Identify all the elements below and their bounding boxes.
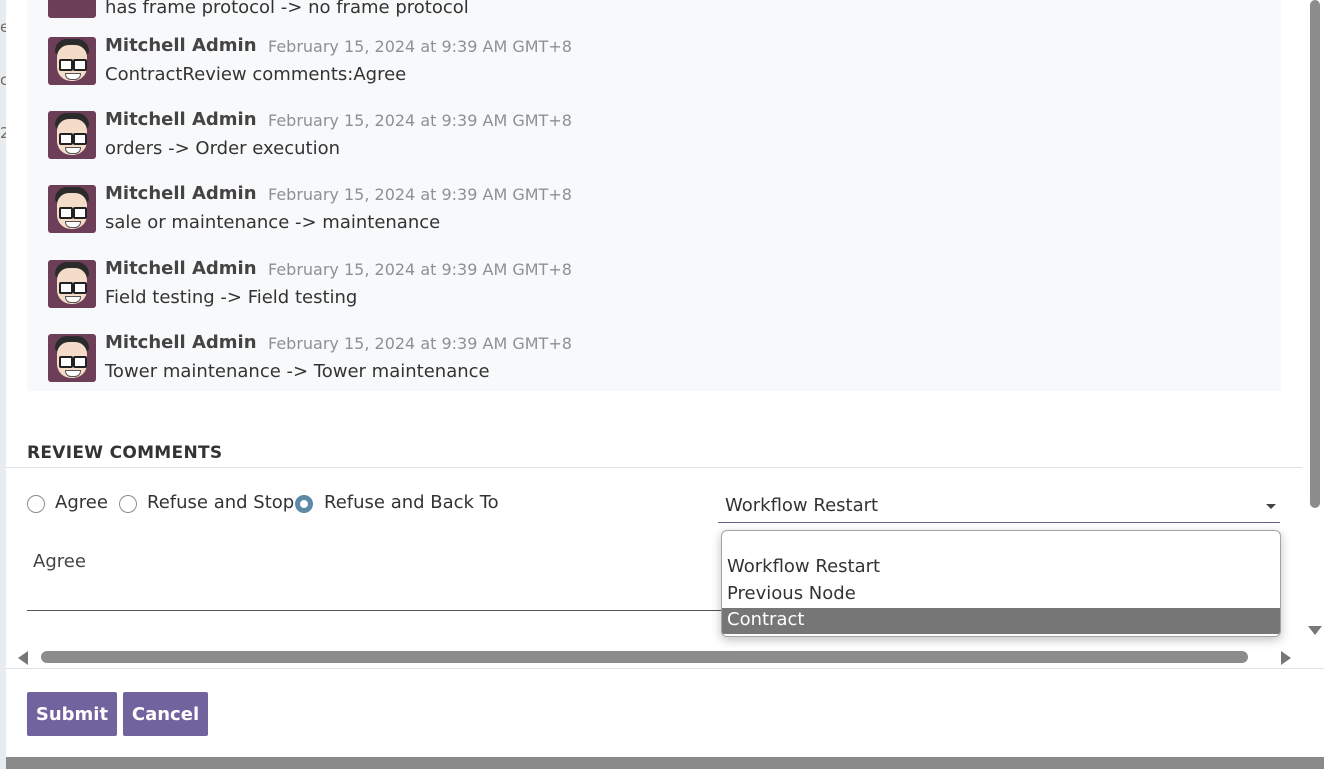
horizontal-scrollbar[interactable]	[6, 645, 1302, 667]
avatar	[48, 0, 96, 18]
message-author[interactable]: Mitchell Admin	[105, 183, 257, 204]
message-author[interactable]: Mitchell Admin	[105, 109, 257, 130]
message-author[interactable]: Mitchell Admin	[105, 332, 257, 353]
dropdown-option-previous-node[interactable]: Previous Node	[722, 582, 1280, 608]
submit-button[interactable]: Submit	[27, 692, 117, 736]
scroll-down-arrow-icon[interactable]	[1308, 626, 1322, 635]
footer-divider	[6, 668, 1324, 669]
message-date: February 15, 2024 at 9:39 AM GMT+8	[268, 260, 572, 279]
section-divider	[6, 467, 1302, 468]
avatar	[48, 111, 96, 159]
message-body: has frame protocol -> no frame protocol	[105, 0, 469, 18]
review-dialog: has frame protocol -> no frame protocol …	[6, 0, 1324, 757]
horizontal-scroll-thumb[interactable]	[41, 651, 1248, 663]
back-to-select-value: Workflow Restart	[725, 495, 879, 516]
scroll-left-arrow-icon[interactable]	[18, 651, 28, 665]
caret-down-icon[interactable]	[1266, 504, 1276, 509]
message-author[interactable]: Mitchell Admin	[105, 35, 257, 56]
vertical-scrollbar[interactable]	[1308, 0, 1324, 670]
message-author[interactable]: Mitchell Admin	[105, 258, 257, 279]
back-to-select[interactable]: Workflow Restart	[718, 492, 1280, 523]
review-comment-value: Agree	[33, 551, 86, 572]
radio-refuse-and-stop-label[interactable]: Refuse and Stop	[147, 492, 294, 513]
option-label: Previous Node	[727, 583, 856, 604]
section-title: REVIEW COMMENTS	[27, 443, 223, 463]
radio-agree-label[interactable]: Agree	[55, 492, 108, 513]
back-to-dropdown-list: Workflow Restart Previous Node Contract	[721, 530, 1281, 637]
message-date: February 15, 2024 at 9:39 AM GMT+8	[268, 185, 572, 204]
radio-refuse-and-back-to[interactable]	[295, 495, 313, 513]
chatter-message-list: has frame protocol -> no frame protocol …	[27, 0, 1281, 391]
cancel-button[interactable]: Cancel	[123, 692, 208, 736]
vertical-scroll-thumb[interactable]	[1310, 0, 1320, 508]
dropdown-option-workflow-restart[interactable]: Workflow Restart	[722, 555, 1280, 581]
radio-refuse-and-stop[interactable]	[119, 495, 137, 513]
avatar	[48, 37, 96, 85]
message-body: ContractReview comments:Agree	[105, 64, 407, 85]
radio-refuse-and-back-to-label[interactable]: Refuse and Back To	[324, 492, 499, 513]
message-body: orders -> Order execution	[105, 138, 340, 159]
message-body: sale or maintenance -> maintenance	[105, 212, 441, 233]
avatar	[48, 185, 96, 233]
scroll-right-arrow-icon[interactable]	[1281, 651, 1291, 665]
message-date: February 15, 2024 at 9:39 AM GMT+8	[268, 111, 572, 130]
option-label: Contract	[727, 609, 805, 630]
message-date: February 15, 2024 at 9:39 AM GMT+8	[268, 334, 572, 353]
message-date: February 15, 2024 at 9:39 AM GMT+8	[268, 37, 572, 56]
avatar	[48, 260, 96, 308]
message-body: Field testing -> Field testing	[105, 287, 358, 308]
option-label: Workflow Restart	[727, 556, 881, 577]
message-body: Tower maintenance -> Tower maintenance	[105, 361, 490, 382]
avatar	[48, 334, 96, 382]
dropdown-option-contract[interactable]: Contract	[722, 608, 1280, 634]
radio-agree[interactable]	[27, 495, 45, 513]
